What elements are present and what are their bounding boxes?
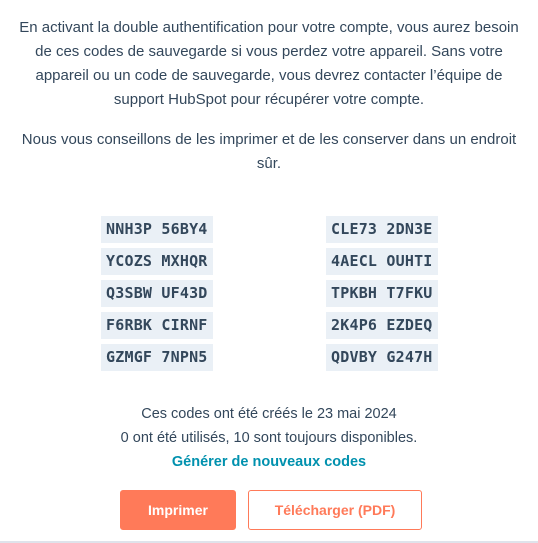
codes-meta: Ces codes ont été créés le 23 mai 2024 0… <box>14 402 524 474</box>
backup-code: CLE73 2DN3E <box>326 216 438 243</box>
intro-text: En activant la double authentification p… <box>19 19 519 108</box>
download-pdf-button[interactable]: Télécharger (PDF) <box>248 490 422 530</box>
backup-code: QDVBY G247H <box>326 344 438 371</box>
backup-codes-left-column: NNH3P 56BY4 YCOZS MXHQR Q3SBW UF43D F6RB… <box>101 216 213 376</box>
backup-code: F6RBK CIRNF <box>101 312 213 339</box>
backup-code: NNH3P 56BY4 <box>101 216 213 243</box>
backup-code: YCOZS MXHQR <box>101 248 213 275</box>
backup-code: 4AECL OUHTI <box>326 248 438 275</box>
backup-code: 2K4P6 EZDEQ <box>326 312 438 339</box>
codes-created-text: Ces codes ont été créés le 23 mai 2024 <box>141 406 397 422</box>
regenerate-codes-link[interactable]: Générer de nouveaux codes <box>172 450 366 474</box>
backup-codes-right-column: CLE73 2DN3E 4AECL OUHTI TPKBH T7FKU 2K4P… <box>326 216 438 376</box>
print-button[interactable]: Imprimer <box>120 490 236 530</box>
codes-usage-text: 0 ont été utilisés, 10 sont toujours dis… <box>120 430 418 446</box>
backup-code: Q3SBW UF43D <box>101 280 213 307</box>
advice-text: Nous vous conseillons de les imprimer et… <box>21 131 517 172</box>
backup-codes-panel: En activant la double authentification p… <box>0 0 538 543</box>
backup-code: GZMGF 7NPN5 <box>101 344 213 371</box>
backup-code: TPKBH T7FKU <box>326 280 438 307</box>
